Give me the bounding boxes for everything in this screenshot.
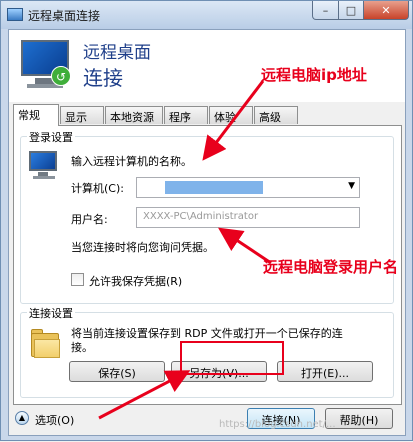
maximize-button[interactable]: □ xyxy=(338,1,364,20)
annotation-login-username: 远程电脑登录用户名 xyxy=(263,258,399,276)
save-as-highlight-box xyxy=(180,341,284,375)
tab-general[interactable]: 常规 xyxy=(13,104,59,126)
connection-description-line1: 将当前连接设置保存到 RDP 文件或打开一个已保存的连 xyxy=(71,327,343,340)
remote-desktop-app-icon xyxy=(7,8,23,21)
computer-combobox[interactable]: ▼ xyxy=(136,177,360,198)
chevron-down-icon[interactable]: ▼ xyxy=(348,181,355,191)
watermark-text: https://blog.csdn.net/... xyxy=(219,419,336,430)
tab-experience[interactable]: 体验 xyxy=(209,106,253,124)
folder-icon xyxy=(31,329,61,359)
tab-programs[interactable]: 程序 xyxy=(164,106,208,124)
computer-name-prompt: 输入远程计算机的名称。 xyxy=(71,155,192,168)
tab-local-resources[interactable]: 本地资源 xyxy=(105,106,163,124)
options-toggle-label[interactable]: 选项(O) xyxy=(35,412,74,428)
connection-description-line2: 接。 xyxy=(71,341,93,354)
login-settings-legend: 登录设置 xyxy=(27,129,75,145)
annotation-ip-address: 远程电脑ip地址 xyxy=(261,66,367,84)
connection-settings-legend: 连接设置 xyxy=(27,305,75,321)
tab-advanced[interactable]: 高级 xyxy=(254,106,298,124)
minimize-button[interactable]: – xyxy=(312,1,339,20)
computer-label: 计算机(C): xyxy=(71,182,124,195)
tab-display[interactable]: 显示 xyxy=(60,106,104,124)
username-label: 用户名: xyxy=(71,213,108,226)
window-title: 远程桌面连接 xyxy=(28,9,101,23)
remote-desktop-logo-icon: ↺ xyxy=(19,40,71,90)
options-chevron-icon[interactable]: ▲ xyxy=(15,411,29,425)
username-field[interactable]: XXXX-PC\Administrator xyxy=(136,207,360,228)
save-button[interactable]: 保存(S) xyxy=(69,361,165,382)
remote-desktop-window: 远程桌面连接 – □ ✕ ↺ 远程桌面 连接 常规 显示 本地资源 程序 体验 … xyxy=(0,0,413,441)
open-button[interactable]: 打开(E)... xyxy=(277,361,373,382)
title-bar[interactable]: 远程桌面连接 – □ ✕ xyxy=(1,1,412,29)
credentials-prompt-text: 当您连接时将向您询问凭据。 xyxy=(71,241,214,254)
header-title-line2: 连接 xyxy=(83,66,123,90)
login-settings-group: 登录设置 输入远程计算机的名称。 计算机(C): ▼ 用户名: XXXX-PC\… xyxy=(20,129,394,304)
header-title-line1: 远程桌面 xyxy=(83,43,151,63)
redacted-ip-value xyxy=(165,181,263,194)
close-button[interactable]: ✕ xyxy=(363,1,409,20)
allow-save-credentials-checkbox[interactable] xyxy=(71,273,84,286)
computer-icon xyxy=(29,151,63,183)
allow-save-credentials-label[interactable]: 允许我保存凭据(R) xyxy=(89,273,182,289)
